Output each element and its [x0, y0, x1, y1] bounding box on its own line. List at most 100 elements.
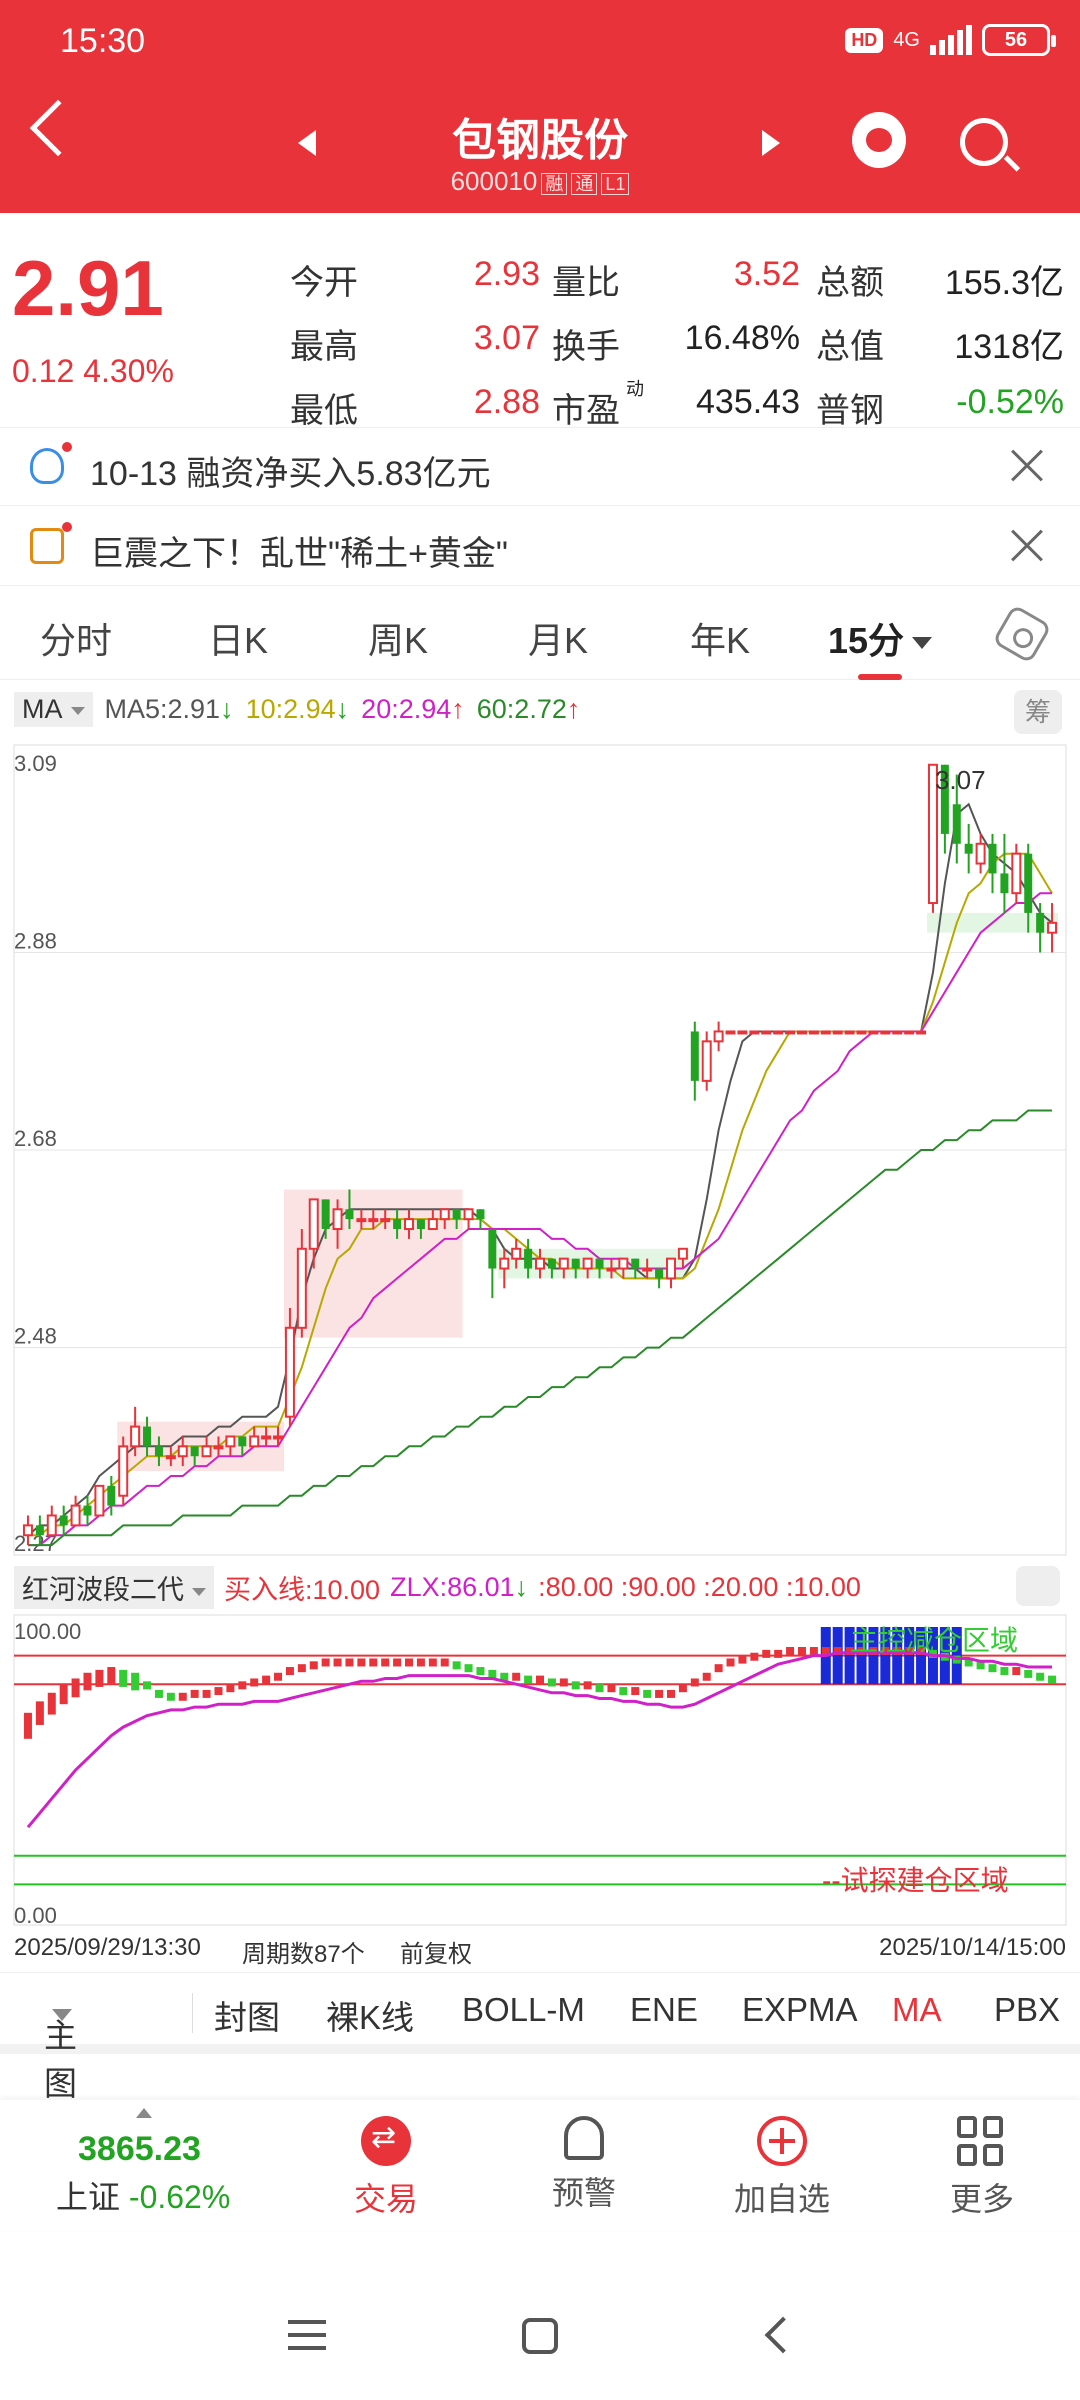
back-nav-icon[interactable] — [764, 2316, 802, 2354]
tab-intraday[interactable]: 分时 — [40, 612, 112, 664]
indicator-ene[interactable]: ENE — [630, 1991, 698, 2029]
signal-mark — [35, 1701, 44, 1725]
signal-mark — [786, 1647, 795, 1656]
signal-mark — [47, 1692, 56, 1715]
indicator-expma[interactable]: EXPMA — [742, 1991, 858, 2029]
change-percent: 4.30% — [83, 353, 174, 389]
candle-body — [880, 1030, 891, 1035]
candle-body — [83, 1505, 92, 1516]
quote-label: 最高 — [290, 328, 358, 366]
candle-body — [808, 1030, 819, 1035]
y-tick-label: 100.00 — [14, 1619, 81, 1644]
bell-icon — [564, 2116, 604, 2160]
signal-mark — [702, 1672, 711, 1681]
candle-body — [677, 1247, 688, 1260]
ma-selector[interactable]: MA — [14, 692, 93, 727]
tab-month[interactable]: 月K — [528, 612, 588, 664]
candle-body — [393, 1219, 402, 1230]
signal-mark — [297, 1664, 306, 1673]
signal-mark — [714, 1664, 723, 1673]
signal-mark — [428, 1658, 437, 1667]
nav-add-watch[interactable]: 加自选 — [712, 2116, 852, 2220]
network-label: 4G — [893, 28, 920, 51]
candle-body — [356, 1218, 367, 1223]
candle-body — [773, 1030, 784, 1035]
candle-body — [796, 1030, 807, 1035]
tab-day[interactable]: 日K — [208, 612, 268, 664]
tag-connect: 通 — [571, 173, 598, 195]
signal-mark — [1000, 1667, 1009, 1676]
indicator-boll-m[interactable]: BOLL-M — [462, 1991, 585, 2029]
candle-body — [107, 1485, 116, 1506]
candle-body — [143, 1426, 152, 1447]
news-item[interactable]: 巨震之下！乱世"稀土+黄金" — [0, 508, 1080, 586]
tab-15min[interactable]: 15分 — [828, 612, 933, 680]
tab-week[interactable]: 周K — [368, 612, 428, 664]
signal-mark — [607, 1684, 616, 1693]
signal-mark — [476, 1667, 485, 1676]
candle-body — [832, 1030, 843, 1035]
zone-label-bottom: --试探建仓区域 — [822, 1865, 1009, 1896]
nav-more[interactable]: 更多 — [912, 2116, 1052, 2220]
candle-body — [94, 1484, 105, 1517]
signal-mark — [488, 1669, 497, 1678]
home-icon[interactable] — [522, 2318, 558, 2354]
news-item[interactable]: 10-13 融资净买入5.83亿元 — [0, 428, 1080, 506]
ma20-value: 20:2.94 — [361, 694, 452, 724]
settings-hex-icon[interactable] — [991, 603, 1053, 665]
close-icon[interactable] — [1006, 526, 1046, 566]
indicator-pbx[interactable]: PBX — [994, 1991, 1060, 2029]
news-text: 巨震之下！乱世"稀土+黄金" — [90, 535, 508, 573]
ma-line-ma60 — [28, 1109, 1052, 1547]
signal-mark — [119, 1669, 128, 1687]
signal-mark — [738, 1655, 747, 1664]
candle-body — [558, 1257, 569, 1270]
signal-mark — [381, 1658, 390, 1667]
search-icon[interactable] — [960, 118, 1008, 166]
main-chart-label: 主图 — [44, 2017, 77, 2102]
candle-body — [46, 1514, 57, 1537]
candle-body — [606, 1267, 617, 1272]
quote-label: 换手 — [552, 328, 620, 366]
candle-body — [190, 1446, 199, 1457]
y-tick-label: 3.09 — [14, 751, 57, 776]
candle-body — [988, 843, 997, 874]
zone-label-top: 主控减仓区域 — [850, 1625, 1018, 1656]
indicator-fengtu[interactable]: 封图 — [214, 1991, 280, 2039]
candle-body — [213, 1445, 224, 1450]
stock-code: 600010 — [450, 166, 538, 196]
signal-mark — [678, 1684, 687, 1693]
add-circle-icon — [757, 2116, 807, 2166]
mascot-icon[interactable] — [852, 112, 906, 168]
indicator-selector[interactable]: 红河波段二代 — [14, 1566, 214, 1609]
menu-icon[interactable] — [288, 2320, 326, 2359]
candle-body — [1024, 853, 1033, 913]
tag-margin: 融 — [541, 173, 568, 195]
indicator-bare-k[interactable]: 裸K线 — [326, 1991, 414, 2039]
battery-level: 56 — [1004, 28, 1028, 51]
indicator-bar: 主图 封图 裸K线 BOLL-M ENE EXPMA MA PBX — [0, 1972, 1080, 2102]
signal-mark — [393, 1658, 402, 1667]
quote-label: 市盈 — [552, 392, 620, 430]
nav-trade[interactable]: 交易 — [316, 2116, 456, 2220]
next-stock-icon[interactable] — [762, 130, 780, 156]
chevron-up-icon[interactable] — [136, 2108, 152, 2118]
signal-mark — [750, 1652, 759, 1661]
period-tabs: 分时 日K 周K 月K 年K 15分 — [0, 590, 1080, 680]
tab-year[interactable]: 年K — [690, 612, 750, 664]
index-value[interactable]: 3865.23 — [78, 2130, 201, 2169]
index-name-label: 上证 — [56, 2179, 121, 2215]
quote-value: 2.88 — [473, 383, 540, 421]
chart-area[interactable]: 3.092.882.682.482.273.07100.000.00主控减仓区域… — [0, 735, 1080, 1935]
candle-body — [404, 1218, 415, 1231]
expand-icon[interactable] — [1016, 1566, 1060, 1606]
close-icon[interactable] — [1006, 446, 1046, 486]
chip-distribution-button[interactable]: 筹 — [1014, 690, 1062, 734]
nav-alert[interactable]: 预警 — [514, 2116, 654, 2214]
signal-mark — [71, 1678, 80, 1698]
indicator-ma[interactable]: MA — [892, 1991, 942, 2029]
index-name[interactable]: 上证 -0.62% — [56, 2172, 230, 2218]
candle-body — [856, 1030, 867, 1035]
quote-label: 普钢 — [816, 392, 884, 430]
quote-value: -0.52% — [956, 383, 1064, 421]
